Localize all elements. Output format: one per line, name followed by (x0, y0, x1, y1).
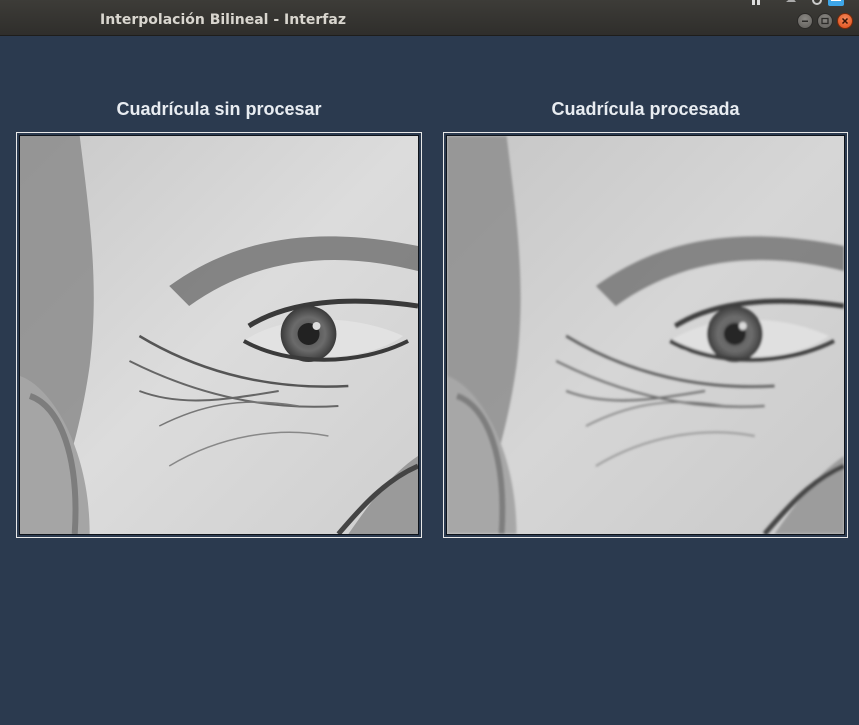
window-titlebar[interactable]: Interpolación Bilineal - Interfaz (0, 0, 859, 36)
raw-grid-image (19, 135, 419, 535)
processed-grid-frame (443, 132, 848, 538)
processed-grid-image (446, 135, 845, 535)
raw-grid-title: Cuadrícula sin procesar (116, 99, 322, 119)
maximize-button[interactable] (817, 13, 833, 29)
close-icon (841, 17, 849, 25)
minimize-button[interactable] (797, 13, 813, 29)
minimize-icon (802, 20, 808, 22)
close-button[interactable] (837, 13, 853, 29)
chat-icon (828, 0, 844, 6)
raw-grid-frame (16, 132, 422, 538)
volume-icon (786, 0, 796, 2)
status-icon (812, 0, 822, 5)
processed-grid-title: Cuadrícula procesada (551, 99, 740, 119)
system-tray (748, 0, 859, 6)
network-icon (752, 0, 760, 5)
maximize-icon (821, 17, 829, 25)
window-title: Interpolación Bilineal - Interfaz (100, 12, 346, 28)
